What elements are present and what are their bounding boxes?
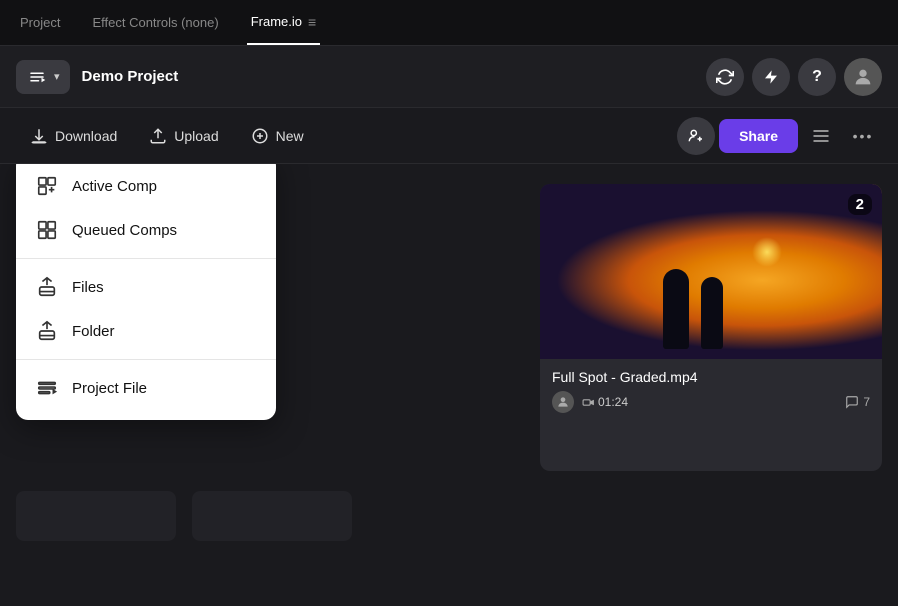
- bottom-card-2[interactable]: [192, 491, 352, 541]
- toolbar: Download Upload New Share: [0, 108, 898, 164]
- menu-divider-1: [16, 258, 276, 259]
- refresh-button[interactable]: [706, 58, 744, 96]
- dropdown-menu: Active Comp Queued Comps Files: [16, 164, 276, 420]
- content-area: Active Comp Queued Comps Files: [0, 164, 898, 606]
- avatar[interactable]: [844, 58, 882, 96]
- comment-count: 7: [845, 395, 870, 409]
- badge-count: 2: [848, 194, 872, 215]
- project-selector[interactable]: ▾: [16, 60, 70, 94]
- download-button[interactable]: Download: [16, 119, 131, 153]
- chevron-down-icon: ▾: [54, 70, 60, 83]
- project-title: Demo Project: [82, 68, 706, 85]
- more-options-button[interactable]: •••: [844, 117, 882, 155]
- tab-project[interactable]: Project: [16, 0, 64, 45]
- menu-item-active-comp[interactable]: Active Comp: [16, 164, 276, 208]
- main-video-card[interactable]: 2 Full Spot - Graded.mp4: [540, 184, 882, 471]
- menu-item-files[interactable]: Files: [16, 265, 276, 309]
- lightning-button[interactable]: [752, 58, 790, 96]
- add-reviewer-button[interactable]: [677, 117, 715, 155]
- project-icon: [26, 66, 48, 88]
- header-actions: ?: [706, 58, 882, 96]
- card-info: Full Spot - Graded.mp4 01:2: [540, 359, 882, 425]
- card-avatar: [552, 391, 574, 413]
- menu-divider-2: [16, 359, 276, 360]
- menu-item-folder[interactable]: Folder: [16, 309, 276, 353]
- tab-bar: Project Effect Controls (none) Frame.io …: [0, 0, 898, 46]
- help-button[interactable]: ?: [798, 58, 836, 96]
- tab-frameio[interactable]: Frame.io ≡: [247, 0, 320, 45]
- share-button[interactable]: Share: [719, 119, 798, 153]
- card-title: Full Spot - Graded.mp4: [552, 369, 870, 385]
- list-view-button[interactable]: [802, 117, 840, 155]
- video-duration: 01:24: [582, 395, 628, 409]
- card-meta-left: 01:24: [552, 391, 628, 413]
- bottom-cards: [16, 491, 882, 587]
- new-button[interactable]: New: [237, 119, 318, 153]
- menu-item-project-file[interactable]: Project File: [16, 366, 276, 410]
- video-thumbnail: 2: [540, 184, 882, 359]
- menu-item-queued-comps[interactable]: Queued Comps: [16, 208, 276, 252]
- tab-effect-controls[interactable]: Effect Controls (none): [88, 0, 222, 45]
- upload-button[interactable]: Upload: [135, 119, 232, 153]
- header: ▾ Demo Project ?: [0, 46, 898, 108]
- tab-menu-icon: ≡: [308, 14, 316, 30]
- card-meta: 01:24 7: [552, 391, 870, 413]
- bottom-card-1[interactable]: [16, 491, 176, 541]
